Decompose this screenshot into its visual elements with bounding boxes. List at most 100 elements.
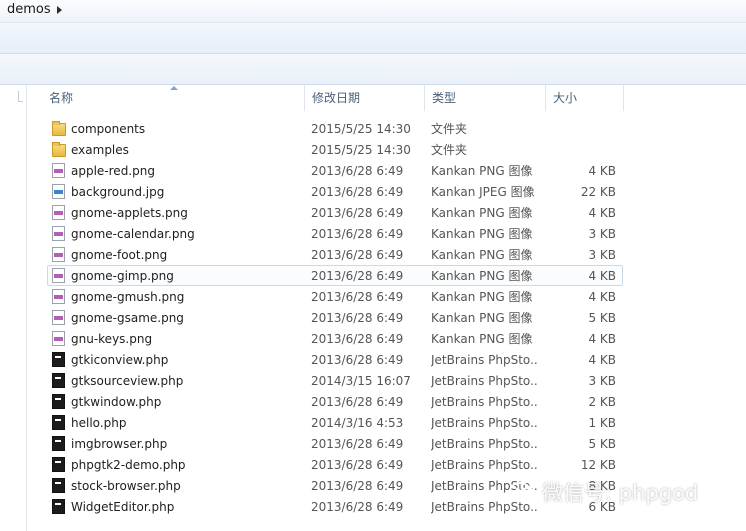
column-header-name[interactable]: 名称 <box>42 85 305 111</box>
file-date: 2013/6/28 6:49 <box>311 311 404 325</box>
file-row[interactable]: gnome-gimp.png 2013/6/28 6:49 Kankan PNG 图… <box>47 265 623 286</box>
folder-icon <box>52 121 66 136</box>
php-file-icon <box>52 415 65 430</box>
file-size: 5 KB <box>588 437 616 451</box>
file-name: gnome-gsame.png <box>71 311 184 325</box>
php-file-icon <box>52 436 65 451</box>
file-size: 3 KB <box>588 374 616 388</box>
breadcrumb-chevron-icon[interactable] <box>57 6 62 14</box>
file-date: 2013/6/28 6:49 <box>311 437 404 451</box>
png-file-icon <box>52 205 65 220</box>
file-type: JetBrains PhpSto... <box>431 353 539 367</box>
file-name: examples <box>71 143 129 157</box>
file-name: gtksourceview.php <box>71 374 184 388</box>
file-type: Kankan PNG 图像 <box>431 206 533 220</box>
file-date: 2014/3/15 16:07 <box>311 374 411 388</box>
column-header-date[interactable]: 修改日期 <box>305 85 425 111</box>
file-size: 4 KB <box>588 206 616 220</box>
file-size: 3 KB <box>588 248 616 262</box>
file-name: background.jpg <box>71 185 165 199</box>
file-date: 2013/6/28 6:49 <box>311 290 404 304</box>
file-row[interactable]: gnome-gsame.png 2013/6/28 6:49 Kankan PNG … <box>47 307 623 328</box>
wechat-logo-icon <box>509 482 536 503</box>
png-file-icon <box>52 163 65 178</box>
file-type: Kankan PNG 图像 <box>431 332 533 346</box>
file-name: gnome-gmush.png <box>71 290 185 304</box>
png-file-icon <box>52 226 65 241</box>
file-date: 2013/6/28 6:49 <box>311 479 404 493</box>
png-file-icon <box>52 268 65 283</box>
navigation-pane <box>0 85 27 531</box>
jpg-file-icon <box>52 184 65 199</box>
file-date: 2013/6/28 6:49 <box>311 500 404 514</box>
file-date: 2015/5/25 14:30 <box>311 122 411 136</box>
sort-ascending-icon <box>170 86 178 90</box>
file-row[interactable]: phpgtk2-demo.php 2013/6/28 6:49 JetBrains … <box>47 454 623 475</box>
column-header-size-label: 大小 <box>553 91 578 105</box>
file-date: 2013/6/28 6:49 <box>311 353 404 367</box>
file-row[interactable]: gnome-calendar.png 2013/6/28 6:49 Kankan P… <box>47 223 623 244</box>
file-name: gnome-calendar.png <box>71 227 195 241</box>
file-type: 文件夹 <box>431 143 468 157</box>
file-row[interactable]: gnome-applets.png 2013/6/28 6:49 Kankan PN… <box>47 202 623 223</box>
file-row[interactable]: apple-red.png 2013/6/28 6:49 Kankan PNG 图像… <box>47 160 623 181</box>
breadcrumb-demos[interactable]: demos <box>7 2 51 17</box>
file-date: 2013/6/28 6:49 <box>311 395 404 409</box>
file-date: 2014/3/16 4:53 <box>311 416 404 430</box>
column-header: 名称 修改日期 类型 大小 <box>42 85 746 111</box>
png-file-icon <box>52 247 65 262</box>
php-file-icon <box>52 352 65 367</box>
file-row[interactable]: imgbrowser.php 2013/6/28 6:49 JetBrains Ph… <box>47 433 623 454</box>
file-row[interactable]: gnu-keys.png 2013/6/28 6:49 Kankan PNG 图像 4… <box>47 328 623 349</box>
file-date: 2013/6/28 6:49 <box>311 332 404 346</box>
file-type: JetBrains PhpSto... <box>431 416 539 430</box>
php-file-icon <box>52 499 65 514</box>
column-header-type[interactable]: 类型 <box>425 85 546 111</box>
file-row[interactable]: gnome-gmush.png 2013/6/28 6:49 Kankan PNG … <box>47 286 623 307</box>
file-size: 22 KB <box>580 185 616 199</box>
file-name: imgbrowser.php <box>71 437 168 451</box>
file-type: Kankan PNG 图像 <box>431 311 533 325</box>
php-file-icon <box>52 373 65 388</box>
column-header-size[interactable]: 大小 <box>546 85 624 111</box>
file-row[interactable]: gtkiconview.php 2013/6/28 6:49 JetBrains P… <box>47 349 623 370</box>
file-type: Kankan JPEG 图像 <box>431 185 535 199</box>
php-file-icon <box>52 457 65 472</box>
file-date: 2013/6/28 6:49 <box>311 248 404 262</box>
file-size: 2 KB <box>588 395 616 409</box>
folder-icon <box>52 142 66 157</box>
file-size: 5 KB <box>588 311 616 325</box>
file-date: 2015/5/25 14:30 <box>311 143 411 157</box>
file-row[interactable]: gtksourceview.php 2014/3/15 16:07 JetBrain… <box>47 370 623 391</box>
column-header-type-label: 类型 <box>432 91 457 105</box>
file-row[interactable]: examples 2015/5/25 14:30 文件夹 <box>47 139 623 160</box>
column-header-date-label: 修改日期 <box>312 91 361 105</box>
png-file-icon <box>52 331 65 346</box>
file-type: JetBrains PhpSto... <box>431 395 539 409</box>
file-row[interactable]: gtkwindow.php 2013/6/28 6:49 JetBrains Php… <box>47 391 623 412</box>
file-size: 1 KB <box>588 416 616 430</box>
file-date: 2013/6/28 6:49 <box>311 164 404 178</box>
file-row[interactable]: components 2015/5/25 14:30 文件夹 <box>47 118 623 139</box>
toolbar-secondary <box>0 54 746 85</box>
file-type: 文件夹 <box>431 122 468 136</box>
file-row[interactable]: gnome-foot.png 2013/6/28 6:49 Kankan PNG 图… <box>47 244 623 265</box>
file-name: hello.php <box>71 416 127 430</box>
file-size: 3 KB <box>588 227 616 241</box>
nav-scroll-indicator <box>18 91 23 102</box>
png-file-icon <box>52 310 65 325</box>
file-type: Kankan PNG 图像 <box>431 269 533 283</box>
file-name: WidgetEditor.php <box>71 500 175 514</box>
file-size: 4 KB <box>588 164 616 178</box>
file-row[interactable]: background.jpg 2013/6/28 6:49 Kankan JPEG … <box>47 181 623 202</box>
file-date: 2013/6/28 6:49 <box>311 185 404 199</box>
file-row[interactable]: hello.php 2014/3/16 4:53 JetBrains PhpSto.… <box>47 412 623 433</box>
file-type: Kankan PNG 图像 <box>431 290 533 304</box>
file-date: 2013/6/28 6:49 <box>311 206 404 220</box>
file-date: 2013/6/28 6:49 <box>311 269 404 283</box>
file-type: Kankan PNG 图像 <box>431 248 533 262</box>
file-size: 4 KB <box>588 290 616 304</box>
file-size: 4 KB <box>588 353 616 367</box>
file-name: phpgtk2-demo.php <box>71 458 186 472</box>
address-bar[interactable]: demos <box>0 0 746 23</box>
